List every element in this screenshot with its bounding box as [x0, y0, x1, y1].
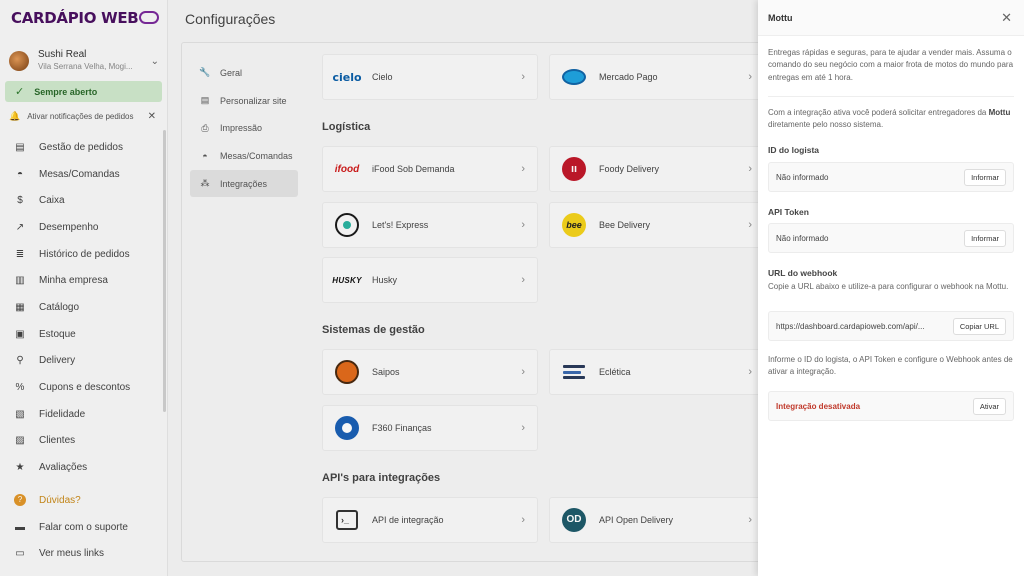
api-token-label: API Token: [768, 207, 809, 217]
drawer-header: Mottu ✕: [758, 0, 1024, 36]
drawer-divider: [768, 96, 1014, 97]
drawer-title: Mottu: [768, 12, 793, 23]
copy-url-button[interactable]: Copiar URL: [952, 317, 1006, 335]
store-id-field: Não informado Informar: [768, 162, 1014, 192]
store-id-label: ID do logista: [768, 145, 819, 155]
store-id-value: Não informado: [776, 172, 829, 182]
close-icon[interactable]: ✕: [1001, 10, 1012, 26]
drawer-info-prefix: Com a integração ativa você poderá solic…: [768, 108, 989, 117]
webhook-url-value[interactable]: https://dashboard.cardapioweb.com/api/..…: [776, 322, 947, 331]
integration-drawer: Mottu ✕ Entregas rápidas e seguras, para…: [758, 0, 1024, 576]
api-token-field: Não informado Informar: [768, 223, 1014, 253]
drawer-intro: Entregas rápidas e seguras, para te ajud…: [768, 48, 1014, 82]
webhook-url-field: https://dashboard.cardapioweb.com/api/..…: [768, 311, 1014, 341]
drawer-info: Com a integração ativa você poderá solic…: [768, 107, 1014, 132]
drawer-info-bold: Mottu: [988, 108, 1011, 117]
api-token-value: Não informado: [776, 233, 829, 243]
integration-status-value: Integração desativada: [776, 401, 861, 411]
webhook-label: URL do webhook: [768, 268, 838, 278]
modal-backdrop[interactable]: [0, 0, 758, 576]
drawer-info-suffix: diretamente pelo nosso sistema.: [768, 120, 884, 130]
activate-button[interactable]: Ativar: [972, 397, 1006, 415]
store-id-inform-button[interactable]: Informar: [964, 168, 1006, 186]
webhook-help: Copie a URL abaixo e utilize-a para conf…: [768, 282, 1009, 291]
footer-help: Informe o ID do logista, o API Token e c…: [768, 355, 1013, 377]
integration-status-field: Integração desativada Ativar: [768, 391, 1014, 421]
api-token-inform-button[interactable]: Informar: [964, 229, 1006, 247]
